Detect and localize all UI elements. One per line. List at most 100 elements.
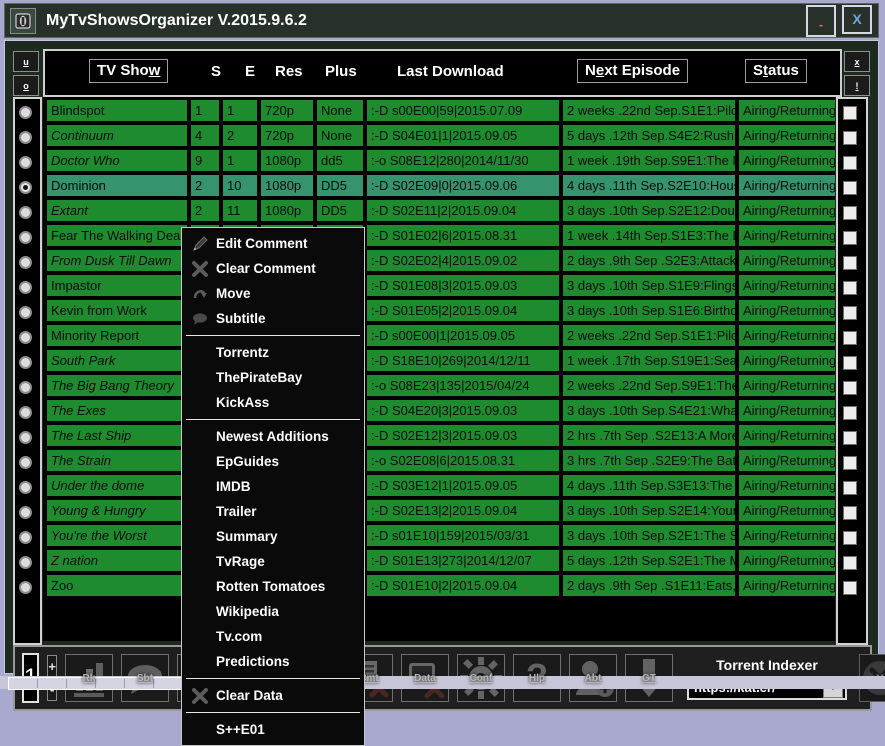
row-radio[interactable] <box>19 406 32 419</box>
cell-last-download[interactable]: :-D S02E09|0|2015.09.06 <box>367 175 559 196</box>
cell-next-episode[interactable]: 3 days .10th Sep.S2E14:Young <box>563 500 735 521</box>
info-row-button[interactable]: ! <box>844 75 870 96</box>
menu-item-s-e01[interactable]: S++E01 <box>182 717 364 742</box>
row-radio[interactable] <box>19 481 32 494</box>
cell-status[interactable]: Airing/Returning <box>739 525 835 546</box>
cell-last-download[interactable]: :-D S02E02|4|2015.09.02 <box>367 250 559 271</box>
table-row[interactable]: Zoo1111080pDD5:-D S01E10|2|2015.09.042 d… <box>43 575 835 596</box>
cell-last-download[interactable]: :-D S18E10|269|2014/12/11 <box>367 350 559 371</box>
cell-show[interactable]: Zoo <box>47 575 187 596</box>
cell-last-download[interactable]: :-D S01E05|2|2015.09.04 <box>367 300 559 321</box>
row-checkbox[interactable] <box>843 231 857 245</box>
cell-res[interactable]: 1080p <box>261 200 313 221</box>
cell-last-download[interactable]: :-D S01E10|2|2015.09.04 <box>367 575 559 596</box>
cell-res[interactable]: 1080p <box>261 175 313 196</box>
menu-item-trailer[interactable]: Trailer <box>182 499 364 524</box>
row-radio[interactable] <box>19 331 32 344</box>
cell-status[interactable]: Airing/Returning <box>739 425 835 446</box>
cell-status[interactable]: Airing/Returning <box>739 275 835 296</box>
cell-status[interactable]: Airing/Returning <box>739 225 835 246</box>
cell-show[interactable]: The Strain <box>47 450 187 471</box>
cell-next-episode[interactable]: 3 days .10th Sep.S2E12:Doub <box>563 200 735 221</box>
cell-show[interactable]: Under the dome <box>47 475 187 496</box>
delete-row-button[interactable]: x <box>844 51 870 72</box>
cell-last-download[interactable]: :-D S02E12|3|2015.09.03 <box>367 425 559 446</box>
row-radio[interactable] <box>19 431 32 444</box>
cell-status[interactable]: Airing/Returning <box>739 175 835 196</box>
cell-s[interactable]: 2 <box>191 175 219 196</box>
cell-next-episode[interactable]: 3 days .10th Sep.S2E1:The Sw <box>563 525 735 546</box>
cell-last-download[interactable]: :-D S03E12|1|2015.09.05 <box>367 475 559 496</box>
table-row[interactable]: Impastor19720pNone:-D S01E08|3|2015.09.0… <box>43 275 835 296</box>
cell-show[interactable]: From Dusk Till Dawn <box>47 250 187 271</box>
row-checkbox[interactable] <box>843 556 857 570</box>
menu-item-epguides[interactable]: EpGuides <box>182 449 364 474</box>
header-res[interactable]: Res <box>275 63 303 80</box>
cell-last-download[interactable]: :-o S08E23|135|2015/04/24 <box>367 375 559 396</box>
cell-plus[interactable]: DD5 <box>317 200 363 221</box>
header-season[interactable]: S <box>211 63 221 80</box>
cell-e[interactable]: 1 <box>223 150 257 171</box>
cell-res[interactable]: 1080p <box>261 150 313 171</box>
table-row[interactable]: Kevin from Work16720pNone:-D S01E05|2|20… <box>43 300 835 321</box>
row-checkbox[interactable] <box>843 181 857 195</box>
table-row[interactable]: Under the dome3131080pDD5:-D S03E12|1|20… <box>43 475 835 496</box>
row-radio[interactable] <box>19 506 32 519</box>
cell-next-episode[interactable]: 1 week .17th Sep.S19E1:Seas <box>563 350 735 371</box>
table-row[interactable]: Young & Hungry214720pNone:-D S02E13|2|20… <box>43 500 835 521</box>
cell-next-episode[interactable]: 2 hrs .7th Sep .S2E13:A More <box>563 425 735 446</box>
cell-show[interactable]: The Exes <box>47 400 187 421</box>
cell-last-download[interactable]: :-D S02E11|2|2015.09.04 <box>367 200 559 221</box>
row-checkbox[interactable] <box>843 481 857 495</box>
row-radio[interactable] <box>19 531 32 544</box>
menu-item-newest-additions[interactable]: Newest Additions <box>182 424 364 449</box>
row-checkbox[interactable] <box>843 106 857 120</box>
header-next-episode[interactable]: Next Episode <box>577 59 689 83</box>
cell-next-episode[interactable]: 2 weeks .22nd Sep.S9E1:The <box>563 375 735 396</box>
table-row[interactable]: Doctor Who 9 1 1080p dd5:-o S08E12|280|2014/… <box>43 150 835 171</box>
cell-next-episode[interactable]: 3 days .10th Sep.S1E9:Flings <box>563 275 735 296</box>
cell-last-download[interactable]: :-D S02E13|2|2015.09.04 <box>367 500 559 521</box>
cell-next-episode[interactable]: 5 days .12th Sep.S4E2:Rush H <box>563 125 735 146</box>
menu-item-clear-comment[interactable]: Clear Comment <box>182 256 364 281</box>
row-checkbox[interactable] <box>843 581 857 595</box>
row-radio[interactable] <box>19 231 32 244</box>
row-radio[interactable] <box>19 281 32 294</box>
menu-item-rotten-tomatoes[interactable]: Rotten Tomatoes <box>182 574 364 599</box>
cell-e[interactable]: 2 <box>223 125 257 146</box>
table-row[interactable]: Fear The Walking Dea131080pDD5:-D S01E02… <box>43 225 835 246</box>
cell-res[interactable]: 720p <box>261 125 313 146</box>
row-radio[interactable] <box>19 106 32 119</box>
table-row[interactable]: From Dusk Till Dawn231080pDD5:-D S02E02|… <box>43 250 835 271</box>
cell-s[interactable]: 1 <box>191 100 219 121</box>
cell-show[interactable]: Z nation <box>47 550 187 571</box>
cell-next-episode[interactable]: 2 days .9th Sep .S2E3:Attack <box>563 250 735 271</box>
cell-last-download[interactable]: :-D s01E10|159|2015/03/31 <box>367 525 559 546</box>
row-checkbox[interactable] <box>843 431 857 445</box>
row-radio[interactable] <box>19 381 32 394</box>
cell-next-episode[interactable]: 4 days .11th Sep.S2E10:House <box>563 175 735 196</box>
cell-e[interactable]: 1 <box>223 100 257 121</box>
cell-last-download[interactable]: :-D S01E08|3|2015.09.03 <box>367 275 559 296</box>
cell-status[interactable]: Airing/Returning <box>739 450 835 471</box>
cell-show[interactable]: You're the Worst <box>47 525 187 546</box>
table-row[interactable]: Extant 2 11 1080p DD5:-D S02E11|2|2015.09.04… <box>43 200 835 221</box>
cell-show[interactable]: Doctor Who <box>47 150 187 171</box>
menu-item-move[interactable]: Move <box>182 281 364 306</box>
cell-last-download[interactable]: :-D s00E00|59|2015.07.09 <box>367 100 559 121</box>
menu-item-wikipedia[interactable]: Wikipedia <box>182 599 364 624</box>
row-radio[interactable] <box>19 181 32 194</box>
row-radio[interactable] <box>19 156 32 169</box>
cell-status[interactable]: Airing/Returning <box>739 350 835 371</box>
cell-last-download[interactable]: :-D S04E01|1|2015.09.05 <box>367 125 559 146</box>
cell-e[interactable]: 11 <box>223 200 257 221</box>
row-checkbox[interactable] <box>843 531 857 545</box>
cell-status[interactable]: Airing/Returning <box>739 150 835 171</box>
menu-item-kickass[interactable]: KickAss <box>182 390 364 415</box>
cell-show[interactable]: Minority Report <box>47 325 187 346</box>
cell-show[interactable]: Impastor <box>47 275 187 296</box>
row-checkbox[interactable] <box>843 381 857 395</box>
row-checkbox[interactable] <box>843 406 857 420</box>
cell-status[interactable]: Airing/Returning <box>739 475 835 496</box>
cell-status[interactable]: Airing/Returning <box>739 375 835 396</box>
